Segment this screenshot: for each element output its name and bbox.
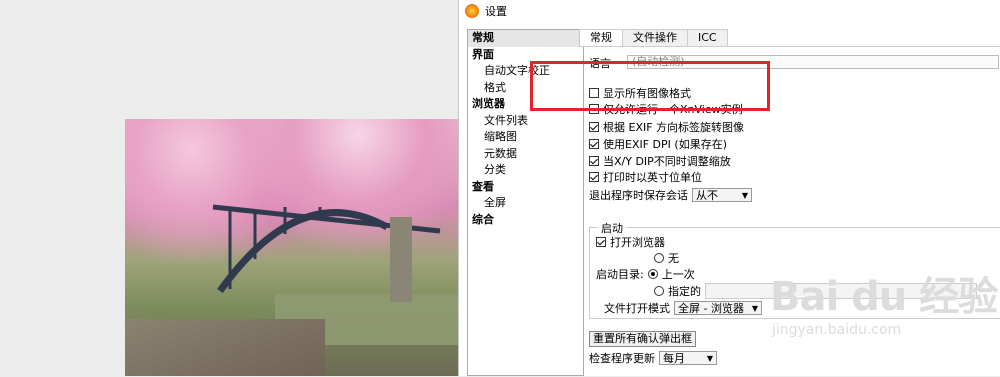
checkbox-label: 当X/Y DIP不同时调整缩放 xyxy=(603,155,731,168)
checkbox-row[interactable]: 打印时以英寸位单位 xyxy=(589,169,702,185)
checkbox-label: 打印时以英寸位单位 xyxy=(603,171,702,184)
tree-item[interactable]: 分类 xyxy=(468,162,583,179)
window-title: 设置 xyxy=(485,5,507,18)
startup-option-none[interactable]: 无 xyxy=(654,250,679,266)
checkbox-label: 使用EXIF DPI (如果存在) xyxy=(603,138,727,151)
checkbox-label: 根据 EXIF 方向标签旋转图像 xyxy=(603,121,745,134)
radio-none-label: 无 xyxy=(668,252,679,265)
radio-none[interactable] xyxy=(654,253,664,263)
checkbox[interactable] xyxy=(589,122,599,132)
tab-0[interactable]: 常规 xyxy=(579,29,623,47)
checkbox-row[interactable]: 使用EXIF DPI (如果存在) xyxy=(589,136,727,152)
startup-dir-row: 启动目录: 上一次 xyxy=(596,266,695,282)
radio-specified-label: 指定的 xyxy=(668,285,701,298)
save-session-select[interactable]: 从不 ▼ xyxy=(692,188,752,202)
checkbox[interactable] xyxy=(589,172,599,182)
save-session-value: 从不 xyxy=(696,189,718,202)
open-browser-label: 打开浏览器 xyxy=(610,236,665,249)
radio-specified[interactable] xyxy=(654,286,664,296)
reset-confirmations-button[interactable]: 重置所有确认弹出框 xyxy=(589,331,696,347)
save-session-row: 退出程序时保存会话 从不 ▼ xyxy=(589,187,752,203)
chevron-down-icon: ▼ xyxy=(741,190,748,200)
tree-item[interactable]: 缩略图 xyxy=(468,129,583,146)
watermark-url: jingyan.baidu.com xyxy=(772,322,902,338)
file-open-mode-select[interactable]: 全屏 - 浏览器 ▼ xyxy=(674,301,762,315)
tree-item[interactable]: 全屏 xyxy=(468,195,583,212)
radio-last[interactable] xyxy=(647,269,658,279)
tab-2[interactable]: ICC xyxy=(687,29,728,46)
reset-row: 重置所有确认弹出框 xyxy=(589,331,696,347)
open-browser-row[interactable]: 打开浏览器 xyxy=(596,234,665,250)
check-updates-value: 每月 xyxy=(663,352,685,365)
chevron-down-icon: ▼ xyxy=(706,353,713,363)
file-open-mode-row: 文件打开模式 全屏 - 浏览器 ▼ xyxy=(604,300,762,316)
startup-dir-label: 启动目录: xyxy=(596,268,644,281)
xnview-app-icon xyxy=(465,4,479,18)
tab-1[interactable]: 文件操作 xyxy=(622,29,688,46)
file-open-mode-value: 全屏 - 浏览器 xyxy=(678,302,744,315)
check-updates-select[interactable]: 每月 ▼ xyxy=(659,351,717,365)
watermark-logo: Bai du 经验 xyxy=(770,274,998,320)
check-updates-label: 检查程序更新 xyxy=(589,352,655,365)
highlight-box xyxy=(530,61,770,111)
tree-item[interactable]: 文件列表 xyxy=(468,113,583,130)
baidu-jingyan-watermark: Bai du 经验 jingyan.baidu.com xyxy=(770,264,998,338)
chevron-down-icon: ▼ xyxy=(751,303,758,313)
check-updates-row: 检查程序更新 每月 ▼ xyxy=(589,350,717,366)
radio-last-label: 上一次 xyxy=(661,268,695,281)
file-open-mode-label: 文件打开模式 xyxy=(604,302,670,315)
checkbox[interactable] xyxy=(589,156,599,166)
tree-item[interactable]: 查看 xyxy=(468,179,583,196)
checkbox-row[interactable]: 根据 EXIF 方向标签旋转图像 xyxy=(589,119,744,135)
tree-item[interactable]: 元数据 xyxy=(468,146,583,163)
open-browser-checkbox[interactable] xyxy=(596,237,606,247)
save-session-label: 退出程序时保存会话 xyxy=(589,189,688,202)
settings-tabs: 常规 文件操作 ICC xyxy=(579,29,728,47)
bridge-illustration xyxy=(212,204,441,302)
checkbox-row[interactable]: 当X/Y DIP不同时调整缩放 xyxy=(589,153,731,169)
title-bar: 设置 xyxy=(459,0,1000,22)
tree-item[interactable]: 综合 xyxy=(468,212,583,229)
checkbox[interactable] xyxy=(589,139,599,149)
tree-item[interactable]: 常规 xyxy=(468,30,583,47)
background-photo xyxy=(125,119,458,376)
